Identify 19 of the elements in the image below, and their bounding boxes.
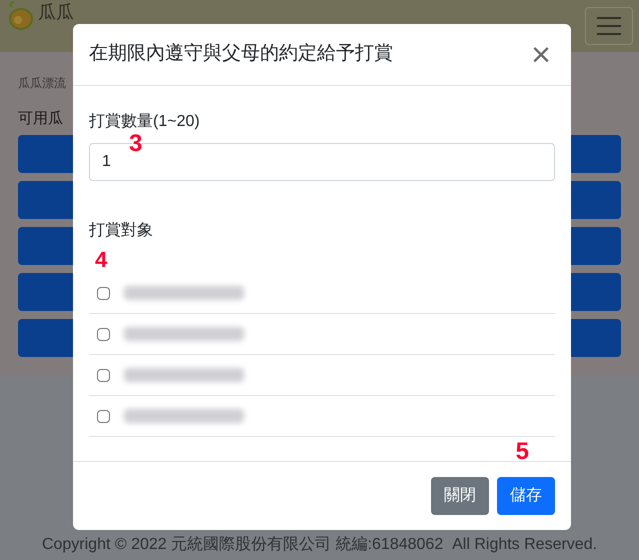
annotation-number: 5 (516, 440, 529, 464)
checkbox[interactable] (97, 410, 110, 422)
checkbox[interactable] (97, 328, 110, 340)
breadcrumb: 瓜瓜漂流 (18, 75, 66, 92)
copyright-text: Copyright © 2022 元統國際股份有限公司 統編:61848062 All Rights Reserved. (42, 535, 598, 555)
close-dialog-button[interactable]: 關閉 (431, 477, 489, 515)
save-button[interactable]: 儲存 (497, 477, 555, 515)
annotation-number: 4 (95, 249, 108, 271)
checkbox[interactable] (97, 286, 110, 300)
checkbox[interactable] (97, 368, 110, 382)
menu-button[interactable] (585, 7, 633, 45)
field-label: 打賞對象 (89, 220, 153, 241)
field-label: 打賞數量(1~20) (89, 112, 200, 132)
close-button[interactable]: × (527, 38, 555, 72)
menu-icon (596, 16, 622, 36)
logo-text: 瓜瓜 (38, 1, 74, 23)
modal-title: 在期限內遵守與父母的約定給予打賞 (89, 42, 393, 66)
melon-logo-icon (6, 1, 34, 31)
page-heading: 可用瓜 (18, 109, 63, 129)
